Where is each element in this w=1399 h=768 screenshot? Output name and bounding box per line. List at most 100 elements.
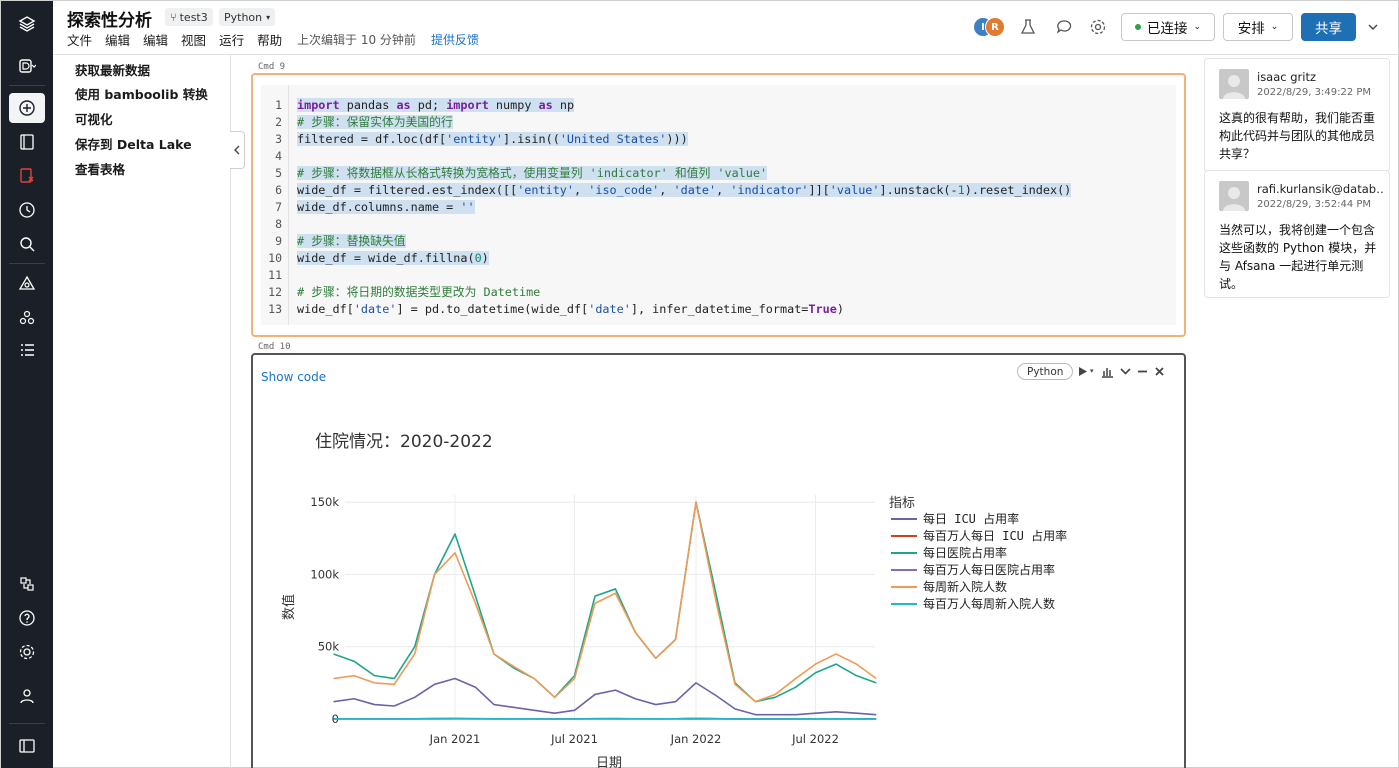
y-axis-title: 数值 [281, 594, 297, 620]
comment-body: 这真的很有帮助，我们能否重构此代码并与团队的其他成员共享？ [1219, 111, 1376, 161]
y-tick-label: 50k [318, 640, 340, 654]
settings-gear-icon[interactable] [9, 637, 45, 667]
workflows-icon[interactable] [9, 335, 45, 365]
close-icon [1155, 366, 1164, 376]
chevron-down-icon: ⌄ [1193, 22, 1202, 32]
output-cell[interactable]: 住院情况：2020-2022 0 50k 100k 150k Jan 2021 Jul 20… [251, 353, 1186, 768]
line-numbers: 1 2 3 4 5 6 7 8 9 10 11 12 13 [261, 85, 289, 325]
workspace-switcher-icon[interactable] [9, 51, 45, 81]
line-number: 12 [268, 285, 282, 299]
git-branch-badge[interactable]: ⑂ test3 [165, 8, 213, 26]
play-icon [1079, 366, 1087, 376]
recents-clock-icon[interactable] [9, 195, 45, 225]
databricks-logo-icon[interactable] [9, 9, 45, 39]
collapse-sidebar-icon[interactable] [9, 731, 45, 761]
avatar[interactable]: R [985, 17, 1005, 37]
legend-entry: 每日医院占用率 [923, 545, 1007, 560]
language-label: Python [224, 10, 263, 24]
minimize-cell-button[interactable] [1136, 364, 1149, 378]
line-number: 13 [268, 302, 282, 316]
comments-icon[interactable] [1055, 18, 1073, 36]
compute-icon[interactable] [9, 303, 45, 333]
x-tick-label: Jul 2021 [550, 732, 598, 746]
help-icon[interactable] [9, 603, 45, 633]
code-editor[interactable]: 1 2 3 4 5 6 7 8 9 10 11 12 13 import pan… [261, 85, 1176, 325]
line-number: 10 [268, 251, 282, 265]
menu-help[interactable]: 帮助 [257, 30, 282, 49]
schedule-label: 安排 [1237, 21, 1265, 37]
comment[interactable]: rafi.kurlansik@datab… 2022/8/29, 3:52:44… [1204, 170, 1390, 298]
code-line: # 步骤：替换缺失值 [297, 234, 406, 248]
user-icon [1223, 75, 1245, 99]
code-line: wide_df.columns.name = '' [297, 200, 475, 214]
bar-chart-icon [1102, 367, 1113, 378]
partner-connect-icon[interactable] [9, 569, 45, 599]
line-number: 11 [268, 268, 282, 282]
schedule-button[interactable]: 安排 ⌄ [1223, 13, 1293, 41]
collapse-toc-button[interactable] [230, 131, 245, 169]
avatar [1219, 181, 1249, 211]
line-number: 6 [275, 183, 282, 197]
menu-edit[interactable]: 编辑 [105, 30, 130, 49]
toc-item[interactable]: 查看表格 [75, 159, 125, 178]
toc-item[interactable]: 可视化 [75, 109, 113, 128]
share-button[interactable]: 共享 [1301, 13, 1356, 41]
connected-status-dot [1134, 24, 1141, 30]
menu-edit-2[interactable]: 编辑 [143, 30, 168, 49]
chevron-down-icon [1120, 367, 1131, 375]
user-icon[interactable] [9, 681, 45, 711]
toc-item[interactable]: 保存到 Delta Lake [75, 134, 192, 153]
branch-name: test3 [179, 10, 208, 24]
chevron-down-icon[interactable] [1366, 20, 1380, 34]
cluster-connect-button[interactable]: 已连接 ⌄ [1121, 13, 1215, 41]
x-tick-label: Jan 2021 [429, 732, 481, 746]
code-line: # 步骤：将日期的数据类型更改为 Datetime [297, 285, 541, 299]
code-cell[interactable]: 1 2 3 4 5 6 7 8 9 10 11 12 13 import pan… [251, 73, 1186, 337]
visualization-button[interactable] [1101, 364, 1114, 378]
line-number: 5 [275, 166, 282, 180]
show-code-link[interactable]: Show code [261, 370, 326, 384]
comment[interactable]: isaac gritz 2022/8/29, 3:49:22 PM 这真的很有帮… [1204, 58, 1390, 172]
line-number: 3 [275, 132, 282, 146]
hospitalization-line-chart: 住院情况：2020-2022050k100k150kJan 2021 Jul 20… [281, 432, 1067, 768]
series-line [333, 717, 877, 720]
experiment-flask-icon[interactable] [1019, 18, 1037, 36]
workspace-icon[interactable] [9, 127, 45, 157]
comment-body: 当然可以，我将创建一个包含这些函数的 Python 模块，并与 Afsana 一… [1219, 223, 1377, 291]
code-line: filtered = df.loc(df['entity'].isin(('Un… [297, 132, 688, 146]
x-tick-label: Jan 2022 [670, 732, 722, 746]
menu-view[interactable]: 视图 [181, 30, 206, 49]
chevron-down-icon: ▾ [266, 12, 271, 22]
toc-item[interactable]: 获取最新数据 [75, 60, 150, 79]
last-edited-text[interactable]: 上次编辑于 10 分钟前 [297, 31, 416, 48]
legend-entry: 每百万人每日医院占用率 [923, 562, 1055, 577]
code-line: # 步骤：将数据框从长格式转换为宽格式，使用变量列 'indicator' 和值… [297, 166, 768, 180]
series-line [333, 677, 877, 716]
line-number: 1 [275, 98, 282, 112]
toc-item[interactable]: 使用 bamboolib 转换 [75, 84, 208, 103]
line-number: 4 [275, 149, 282, 163]
search-icon[interactable] [9, 229, 45, 259]
code-line: wide_df = wide_df.fillna(0) [297, 251, 489, 265]
y-tick-label: 150k [310, 495, 339, 509]
default-language-select[interactable]: Python ▾ [219, 8, 276, 26]
delete-cell-button[interactable] [1153, 364, 1166, 378]
repos-icon[interactable] [9, 161, 45, 191]
code-line: # 步骤：保留实体为美国的行 [297, 115, 453, 129]
line-number: 7 [275, 200, 282, 214]
notebook-title[interactable]: 探索性分析 [67, 6, 152, 31]
run-cell-button[interactable]: ▾ [1077, 364, 1094, 378]
comment-author: rafi.kurlansik@datab… [1257, 182, 1385, 196]
feedback-link[interactable]: 提供反馈 [431, 31, 479, 48]
data-icon[interactable] [9, 269, 45, 299]
settings-gear-icon[interactable] [1089, 18, 1107, 36]
table-of-contents: 获取最新数据 使用 bamboolib 转换 可视化 保存到 Delta Lak… [53, 55, 231, 768]
menu-file[interactable]: 文件 [67, 30, 92, 49]
menu-run[interactable]: 运行 [219, 30, 244, 49]
code-line: import pandas as pd; import numpy as np [297, 98, 575, 112]
notebook-app: 探索性分析 ⑂ test3 Python ▾ 文件 编辑 编辑 视图 运行 帮助… [0, 0, 1399, 768]
cell-menu-button[interactable] [1119, 364, 1132, 378]
cell-label: Cmd 10 [258, 342, 291, 352]
cell-language-badge[interactable]: Python [1017, 363, 1074, 380]
create-icon[interactable] [9, 93, 45, 123]
